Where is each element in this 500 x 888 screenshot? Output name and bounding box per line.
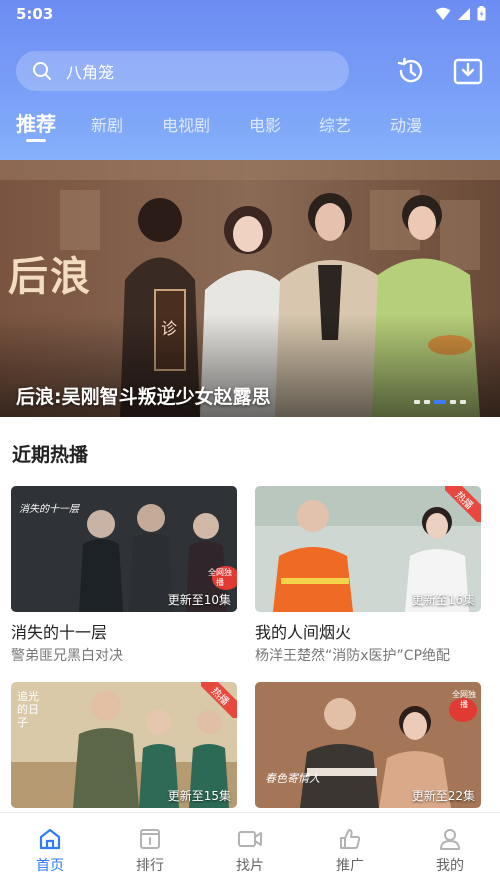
update-status: 更新至22集: [411, 789, 475, 803]
video-title: 我的人间烟火: [255, 623, 352, 642]
update-status: 更新至15集: [167, 789, 231, 803]
tab-anime[interactable]: 动漫: [390, 112, 422, 136]
section-title: 近期热播: [12, 444, 89, 466]
wifi-icon: [435, 7, 451, 20]
status-icons: [435, 6, 486, 21]
nav-find-label: 找片: [236, 858, 264, 874]
video-card[interactable]: 春色寄情人 全网独播 更新至22集: [255, 682, 481, 808]
status-time: 5:03: [16, 5, 54, 23]
tab-recommend[interactable]: 推荐: [16, 108, 56, 137]
battery-icon: [477, 6, 486, 21]
video-card[interactable]: 热播 更新至16集 我的人间烟火 杨洋王楚然“消防x医护”CP绝配: [255, 486, 481, 665]
nav-ranking[interactable]: 排行: [120, 827, 180, 875]
search-input-text: 八角笼: [66, 63, 115, 82]
featured-banner[interactable]: 后浪 诊: [0, 160, 500, 417]
pagination-dot[interactable]: [414, 400, 420, 404]
video-poster: 春色寄情人 全网独播 更新至22集: [255, 682, 481, 808]
bottom-navigation: 首页 排行 找片 推广 我的: [0, 812, 500, 888]
banner-pagination: [414, 400, 466, 404]
video-subtitle: 杨洋王楚然“消防x医护”CP绝配: [255, 648, 451, 664]
exclusive-badge: 全网独播: [208, 568, 232, 587]
video-poster: 热播 更新至16集: [255, 486, 481, 612]
home-icon: [39, 828, 61, 850]
video-poster: 消失的十一层 全网独播 更新至10集: [11, 486, 237, 612]
active-tab-indicator: [26, 139, 46, 142]
nav-promote[interactable]: 推广: [320, 827, 380, 875]
banner-title: 后浪:吴刚智斗叛逆少女赵露思: [16, 386, 271, 408]
nav-home[interactable]: 首页: [20, 827, 80, 875]
banner-poster-badge: 诊: [161, 319, 178, 338]
thumbs-up-icon: [340, 829, 361, 849]
search-icon: [33, 62, 51, 80]
video-card[interactable]: 追光的日子 热播 更新至15集: [11, 682, 237, 808]
banner-poster-title: 后浪: [8, 253, 92, 300]
tab-new-drama[interactable]: 新剧: [91, 112, 123, 136]
pagination-dot[interactable]: [460, 400, 466, 404]
nav-ranking-label: 排行: [136, 858, 164, 874]
poster-text: 追光的日子: [17, 690, 39, 729]
status-bar: 5:03: [0, 0, 500, 30]
poster-text: 春色寄情人: [265, 772, 320, 785]
search-bar[interactable]: 八角笼: [16, 51, 349, 91]
update-status: 更新至16集: [411, 593, 475, 607]
tab-tv-series[interactable]: 电视剧: [162, 112, 210, 136]
update-status: 更新至10集: [167, 593, 231, 607]
video-title: 消失的十一层: [11, 623, 108, 642]
video-subtitle: 警弟匪兄黑白对决: [11, 648, 123, 664]
video-camera-icon: [238, 831, 262, 847]
tab-variety[interactable]: 综艺: [319, 112, 351, 136]
pagination-dot-active[interactable]: [434, 400, 446, 404]
tab-movie[interactable]: 电影: [249, 112, 281, 136]
poster-text: 消失的十一层: [19, 504, 79, 515]
video-card[interactable]: 消失的十一层 全网独播 更新至10集 消失的十一层 警弟匪兄黑白对决: [11, 486, 237, 665]
ranking-icon: [140, 829, 160, 849]
signal-icon: [458, 7, 470, 20]
app-screen: 5:03 八角笼 推荐 新剧 电视剧 电影 综艺 动漫 后浪 诊 后浪:吴刚智斗…: [0, 0, 500, 888]
nav-mine-label: 我的: [436, 858, 464, 874]
user-icon: [440, 829, 460, 850]
hot-badge: 热播: [445, 486, 481, 522]
pagination-dot[interactable]: [424, 400, 430, 404]
hot-badge: 热播: [201, 682, 237, 718]
nav-find[interactable]: 找片: [220, 827, 280, 875]
nav-home-label: 首页: [36, 858, 64, 874]
video-poster: 追光的日子 热播 更新至15集: [11, 682, 237, 808]
history-icon[interactable]: [395, 55, 427, 87]
download-icon[interactable]: [452, 55, 484, 87]
nav-promote-label: 推广: [336, 858, 364, 874]
exclusive-badge: 全网独播: [452, 690, 476, 709]
nav-mine[interactable]: 我的: [420, 827, 480, 875]
category-tabs: 推荐 新剧 电视剧 电影 综艺 动漫: [0, 106, 500, 146]
pagination-dot[interactable]: [450, 400, 456, 404]
